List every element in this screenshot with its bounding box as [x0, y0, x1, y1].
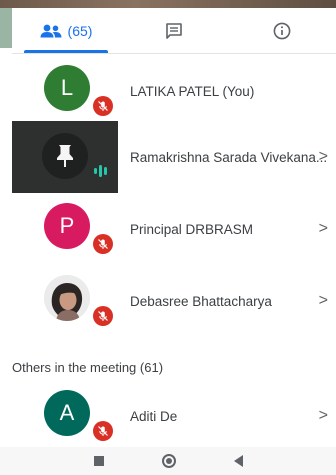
android-nav-bar [0, 447, 336, 475]
avatar-tile [12, 121, 118, 193]
participant-row[interactable]: A Aditi De > [12, 380, 336, 452]
chevron-right-icon[interactable]: > [319, 292, 328, 310]
people-count: (65) [67, 22, 93, 39]
chevron-right-icon[interactable]: > [319, 220, 328, 238]
info-icon [273, 22, 291, 39]
mic-off-icon [93, 234, 113, 254]
mic-off-icon [93, 421, 113, 441]
tab-meeting-info[interactable] [228, 8, 336, 53]
avatar-tile: A [12, 380, 118, 452]
pin-icon [57, 145, 73, 167]
person-photo-icon [44, 275, 90, 321]
meeting-panel-tabs: (65) [12, 8, 336, 54]
chat-icon [166, 22, 182, 39]
participant-name: Debasree Bhattacharya [130, 293, 272, 309]
avatar: L [44, 65, 90, 111]
home-icon[interactable] [161, 454, 176, 468]
people-icon [40, 24, 62, 37]
avatar: P [44, 203, 90, 249]
avatar [42, 133, 88, 179]
avatar-photo [44, 275, 90, 321]
participant-name: LATIKA PATEL (You) [130, 83, 255, 99]
chevron-right-icon[interactable]: > [319, 407, 328, 425]
participant-row[interactable]: L LATIKA PATEL (You) [12, 55, 336, 127]
avatar-initial: L [60, 75, 74, 100]
others-section-header: Others in the meeting (61) [12, 360, 164, 375]
participant-name: Ramakrishna Sarada Vivekana... [130, 149, 328, 165]
mic-off-icon [93, 306, 113, 326]
participant-row[interactable]: Debasree Bhattacharya > [12, 265, 336, 337]
participant-name: Aditi De [130, 408, 178, 424]
avatar-initial: P [59, 213, 75, 238]
back-icon[interactable] [233, 455, 243, 467]
tab-chat[interactable] [120, 8, 228, 53]
participant-name: Principal DRBRASM [130, 221, 254, 237]
chevron-right-icon[interactable]: > [319, 148, 328, 166]
avatar-tile: P [12, 193, 118, 265]
recents-icon[interactable] [93, 456, 104, 466]
avatar-initial: A [59, 400, 75, 425]
mic-off-icon [93, 96, 113, 116]
tab-people[interactable]: (65) [12, 8, 120, 53]
left-edge-accent [0, 8, 12, 48]
avatar-tile [12, 265, 118, 337]
avatar: A [44, 390, 90, 436]
speaking-indicator-icon [94, 165, 107, 177]
avatar-tile: L [12, 55, 118, 127]
participant-row[interactable]: P Principal DRBRASM > [12, 193, 336, 265]
participant-row[interactable]: Ramakrishna Sarada Vivekana... > [12, 121, 336, 193]
video-preview-strip [0, 0, 336, 8]
